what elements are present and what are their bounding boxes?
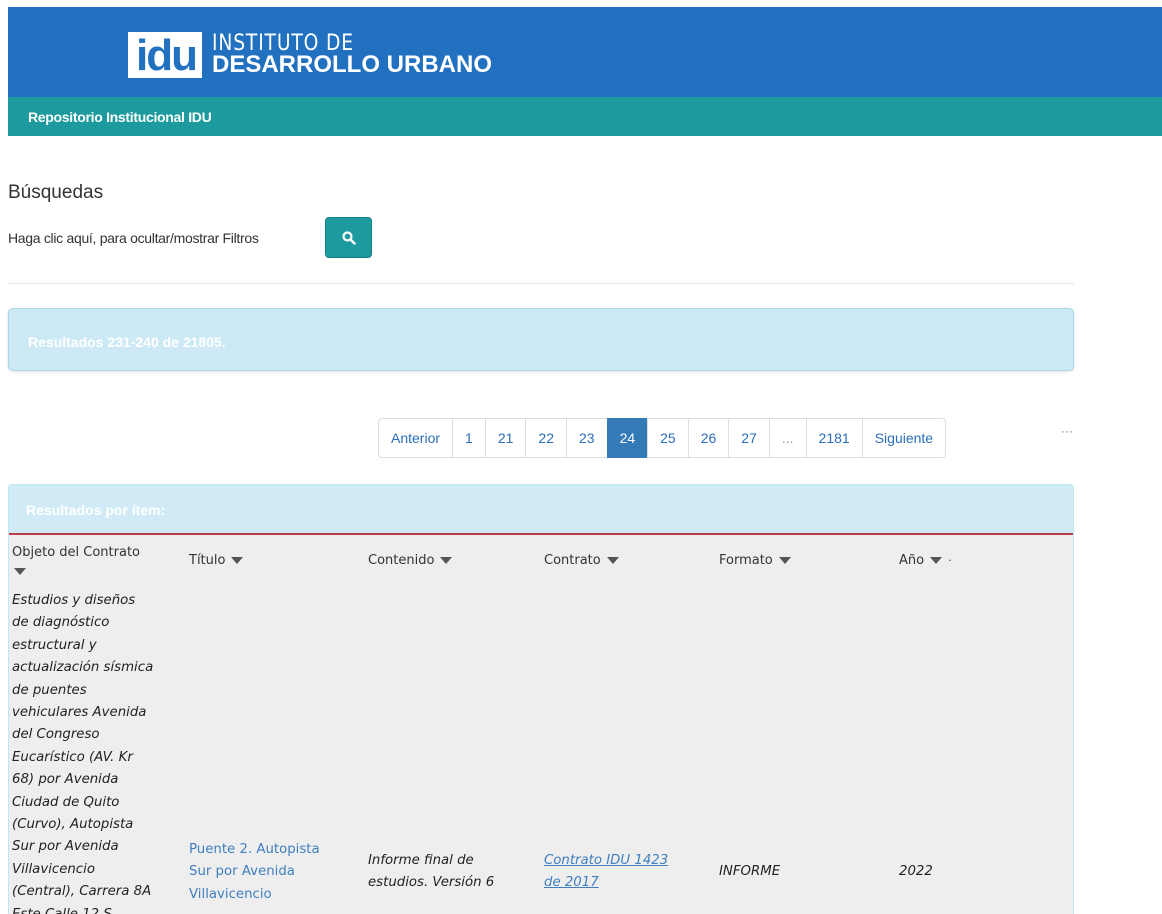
column-label: Formato: [719, 553, 773, 568]
column-label: Contenido: [368, 553, 435, 568]
sort-caret-icon[interactable]: [231, 557, 244, 564]
column-label: Año: [899, 553, 925, 568]
column-header-objeto[interactable]: Objeto del Contrato: [12, 543, 182, 581]
results-panel-header: Resultados por ítem:: [9, 485, 1073, 535]
pagination-page[interactable]: 21: [484, 418, 527, 458]
cell-formato: INFORME: [719, 864, 781, 879]
objeto-line: Eucarístico (AV. Kr: [12, 749, 133, 765]
sort-indicator: ·: [948, 554, 952, 567]
results-summary-text: Resultados 231-240 de 21805.: [28, 334, 226, 350]
objeto-line: Este Calle 12 S: [12, 904, 188, 914]
logo-mark: idu: [128, 31, 202, 78]
repository-title[interactable]: Repositorio Institucional IDU: [28, 109, 212, 125]
pagination-page[interactable]: 26: [687, 418, 730, 458]
pagination-page-current[interactable]: 24: [606, 418, 649, 458]
divider: [8, 283, 1074, 284]
objeto-line: de diagnóstico: [12, 615, 110, 631]
pagination-prev[interactable]: Anterior: [378, 418, 454, 458]
column-label: Título: [189, 553, 226, 568]
logo-line2: DESARROLLO URBANO: [211, 50, 492, 78]
sort-caret-icon[interactable]: [440, 557, 453, 564]
sort-caret-icon[interactable]: [930, 557, 943, 564]
titulo-line: Puente 2. Autopista: [189, 842, 320, 857]
objeto-line: Estudios y diseños: [12, 593, 136, 608]
search-icon: [341, 230, 356, 245]
contenido-line: estudios. Versión 6: [368, 875, 495, 891]
pagination-page[interactable]: 25: [647, 418, 689, 458]
objeto-line: de puentes: [12, 682, 87, 698]
objeto-line: Villavicencio: [12, 861, 95, 877]
page-title: Búsquedas: [8, 182, 104, 203]
column-label: Objeto del Contrato: [12, 545, 141, 560]
results-panel: Resultados por ítem: Objeto del Contrato…: [8, 484, 1074, 914]
logo-text: INSTITUTO DE DESARROLLO URBANO: [211, 30, 492, 78]
pagination-overflow: ···: [1061, 424, 1073, 438]
cell-anio: 2022: [899, 864, 933, 879]
pagination-page[interactable]: 2181: [805, 418, 863, 458]
objeto-line: (Central), Carrera 8A: [12, 884, 152, 900]
objeto-line: 68) por Avenida: [12, 772, 119, 788]
contrato-line: Contrato IDU 1423: [544, 853, 669, 868]
pagination-page[interactable]: 27: [728, 418, 770, 458]
objeto-line: vehiculares Avenida: [12, 705, 147, 721]
objeto-line: del Congreso: [12, 727, 100, 743]
idu-logo[interactable]: idu INSTITUTO DE DESARROLLO URBANO: [128, 27, 492, 82]
titulo-line: Villavicencio: [189, 886, 272, 902]
cell-titulo-link[interactable]: Puente 2. Autopista Sur por Avenida Vill…: [189, 839, 359, 906]
cell-objeto: Estudios y diseños de diagnóstico estruc…: [12, 590, 188, 914]
objeto-line: (Curvo), Autopista: [12, 817, 134, 833]
objeto-line: actualización sísmica: [12, 660, 154, 676]
cell-contenido: Informe final de estudios. Versión 6: [368, 850, 538, 895]
cell-contrato-link[interactable]: Contrato IDU 1423 de 2017: [544, 850, 714, 895]
objeto-line: Ciudad de Quito: [12, 794, 120, 810]
sort-caret-icon[interactable]: [778, 557, 791, 564]
column-header-contrato[interactable]: Contrato: [544, 553, 619, 568]
toggle-filters-button[interactable]: [325, 217, 372, 258]
results-panel-title: Resultados por ítem:: [26, 502, 166, 518]
results-summary-alert: Resultados 231-240 de 21805.: [8, 308, 1074, 371]
column-label: Contrato: [544, 553, 601, 568]
sort-caret-icon[interactable]: [14, 568, 26, 575]
filters-hint: Haga clic aquí, para ocultar/mostrar Fil…: [8, 230, 259, 246]
column-header-anio[interactable]: Año ·: [899, 553, 952, 568]
repository-bar: Repositorio Institucional IDU: [8, 97, 1162, 136]
pagination-next[interactable]: Siguiente: [861, 418, 947, 458]
titulo-line: Sur por Avenida: [189, 864, 295, 880]
contenido-line: Informe final de: [368, 853, 474, 868]
objeto-line: estructural y: [12, 637, 97, 653]
column-header-titulo[interactable]: Título: [189, 553, 244, 568]
objeto-line: Sur por Avenida: [12, 839, 119, 855]
brand-header: idu INSTITUTO DE DESARROLLO URBANO: [8, 7, 1162, 97]
logo-line1: INSTITUTO DE: [211, 30, 354, 56]
pagination: Anterior 1 21 22 23 24 25 26 27 ... 2181…: [378, 418, 947, 458]
column-header-contenido[interactable]: Contenido: [368, 553, 453, 568]
pagination-ellipsis: ...: [768, 418, 807, 458]
sort-caret-icon[interactable]: [606, 557, 619, 564]
contrato-line: de 2017: [544, 875, 599, 891]
pagination-page[interactable]: 23: [565, 418, 608, 458]
pagination-page[interactable]: 1: [452, 418, 486, 458]
pagination-page[interactable]: 22: [525, 418, 567, 458]
column-header-formato[interactable]: Formato: [719, 553, 791, 568]
